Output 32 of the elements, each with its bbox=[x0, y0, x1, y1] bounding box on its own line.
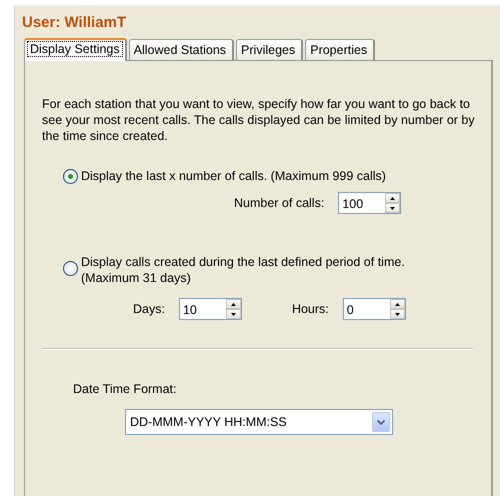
spin-up-button[interactable] bbox=[385, 193, 400, 203]
radio-button[interactable] bbox=[63, 169, 78, 184]
chevron-down-icon bbox=[377, 420, 385, 424]
tab[interactable]: Properties bbox=[305, 39, 376, 60]
spin-down-button[interactable] bbox=[390, 309, 405, 319]
spin-down-button[interactable] bbox=[385, 203, 400, 213]
spin-up-button[interactable] bbox=[226, 299, 241, 309]
up-triangle-icon bbox=[394, 302, 400, 306]
spin-down-button[interactable] bbox=[226, 309, 241, 319]
number-spin-field[interactable]: 100 bbox=[338, 192, 402, 214]
down-triangle-icon bbox=[394, 312, 400, 316]
field-label: Number of calls: bbox=[234, 196, 324, 210]
spin-up-button[interactable] bbox=[390, 299, 405, 309]
description-text: For each station that you want to view, specify how far you want to go back to see your most recent calls. The calls displayed can be limited by number or by the time since created. bbox=[42, 96, 476, 144]
tab[interactable]: Display Settings bbox=[24, 38, 127, 61]
up-triangle-icon bbox=[230, 302, 236, 306]
up-triangle-icon bbox=[390, 196, 396, 200]
number-spin-field[interactable]: 0 bbox=[342, 298, 406, 320]
radio-label: Display calls created during the last defined period of time. (Maximum 31 days) bbox=[81, 254, 406, 286]
down-triangle-icon bbox=[230, 312, 236, 316]
dropdown-button[interactable] bbox=[372, 412, 390, 432]
field-label: Hours: bbox=[292, 302, 329, 316]
tab[interactable]: Allowed Stations bbox=[128, 39, 234, 60]
radio-button[interactable] bbox=[63, 261, 78, 276]
down-triangle-icon bbox=[390, 206, 396, 210]
tab[interactable]: Privileges bbox=[236, 39, 304, 60]
radio-label: Display the last x number of calls. (Maximum 999 calls) bbox=[81, 168, 387, 184]
date-format-label: Date Time Format: bbox=[73, 382, 176, 396]
field-label: Days: bbox=[133, 302, 165, 316]
user-title: User: WilliamT bbox=[22, 14, 126, 31]
date-format-dropdown[interactable]: DD-MMM-YYYY HH:MM:SS bbox=[125, 409, 393, 435]
number-spin-field[interactable]: 10 bbox=[178, 298, 242, 320]
